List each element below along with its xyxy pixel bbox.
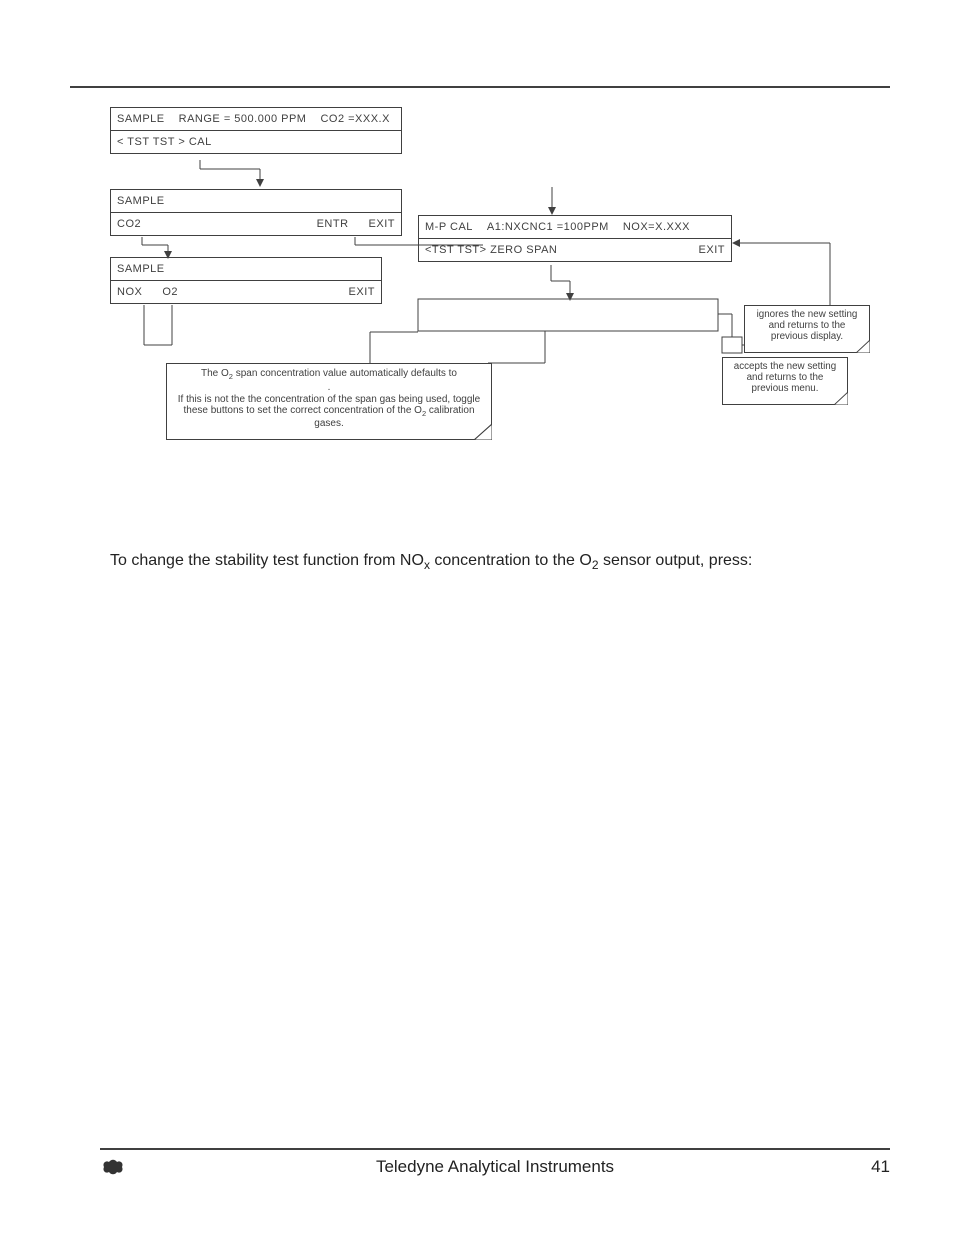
page-footer: Teledyne Analytical Instruments 41	[100, 1158, 890, 1176]
label-nox-val: NOX=X.XXX	[623, 221, 690, 233]
note-text: span concentration value automatically d…	[233, 368, 457, 379]
label-tst-cal: < TST TST > CAL	[117, 136, 212, 148]
display-panel-nox-o2: SAMPLE NOX O2 EXIT	[110, 257, 382, 304]
label-co2-value: CO2 =XXX.X	[320, 113, 390, 125]
option-co2[interactable]: CO2	[117, 218, 141, 230]
option-nox[interactable]: NOX	[117, 286, 142, 298]
teledyne-logo-icon	[100, 1158, 126, 1176]
note-text: accepts the new setting and returns to t…	[734, 361, 836, 394]
label-a1: A1:NXCNC1 =100PPM	[487, 221, 609, 233]
display-panel-co2-select: SAMPLE CO2 ENTR EXIT	[110, 189, 402, 236]
body-text: concentration to the O	[430, 552, 592, 569]
label-sample: SAMPLE	[117, 113, 165, 125]
body-text: To change the stability test function fr…	[110, 552, 424, 569]
label-sample: SAMPLE	[117, 263, 165, 275]
label-mpcal: M-P CAL	[425, 221, 473, 233]
option-exit[interactable]: EXIT	[699, 244, 725, 256]
label-range: RANGE = 500.000 PPM	[179, 113, 307, 125]
option-entr[interactable]: ENTR	[317, 218, 349, 230]
note-text: ignores the new setting and returns to t…	[757, 309, 858, 342]
note-dot: .	[172, 382, 486, 393]
label-tst-zero-span: <TST TST> ZERO SPAN	[425, 244, 557, 256]
display-panel-mpcal: M-P CAL A1:NXCNC1 =100PPM NOX=X.XXX <TST…	[418, 215, 732, 262]
note-ignores-setting: ignores the new setting and returns to t…	[744, 305, 870, 353]
option-o2[interactable]: O2	[162, 286, 178, 298]
page-bottom-rule	[100, 1148, 890, 1150]
note-fold-icon	[856, 340, 870, 353]
instruction-paragraph: To change the stability test function fr…	[110, 552, 752, 572]
subscript-2: 2	[592, 558, 599, 572]
label-sample: SAMPLE	[117, 195, 165, 207]
page-top-rule	[70, 86, 890, 88]
note-fold-icon	[834, 392, 848, 405]
note-fold-icon	[474, 424, 492, 440]
flowchart-diagram: SAMPLE RANGE = 500.000 PPM CO2 =XXX.X < …	[110, 107, 870, 467]
note-accepts-setting: accepts the new setting and returns to t…	[722, 357, 848, 405]
note-o2-span-default: The O2 span concentration value automati…	[166, 363, 492, 440]
display-panel-sample-range: SAMPLE RANGE = 500.000 PPM CO2 =XXX.X < …	[110, 107, 402, 154]
note-text: The O	[201, 368, 229, 379]
body-text: sensor output, press:	[599, 552, 753, 569]
footer-page-number: 41	[871, 1157, 890, 1177]
footer-company: Teledyne Analytical Instruments	[376, 1157, 614, 1177]
option-exit[interactable]: EXIT	[369, 218, 395, 230]
option-exit[interactable]: EXIT	[349, 286, 375, 298]
